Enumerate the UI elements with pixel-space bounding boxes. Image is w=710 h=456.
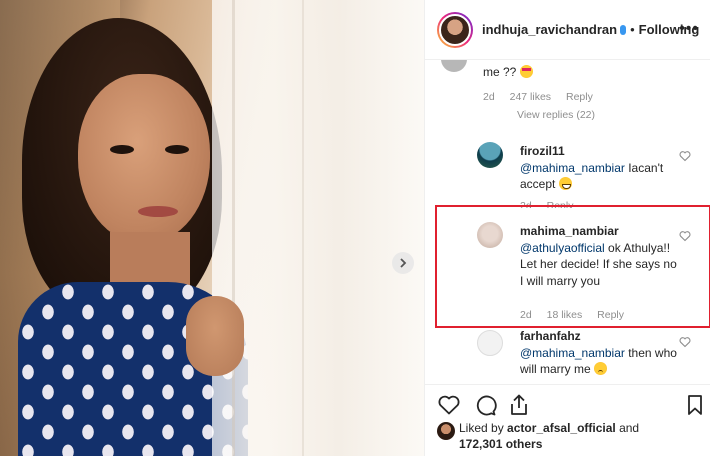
header-separator: • — [630, 22, 635, 37]
photo-eye-right — [165, 145, 189, 154]
photo-eye-left — [110, 145, 134, 154]
comment-text: farhanfahz @mahima_nambiar then who will… — [520, 328, 680, 378]
reply-button[interactable]: Reply — [566, 91, 593, 103]
share-icon[interactable] — [507, 393, 531, 417]
liker-username[interactable]: actor_afsal_official — [507, 421, 616, 435]
comment-like-heart-icon[interactable] — [679, 150, 691, 162]
commenter-avatar[interactable] — [441, 60, 467, 72]
comment-text: me ?? — [483, 64, 697, 81]
post-header: indhuja_ravichandran • Following ••• — [425, 0, 710, 60]
comment-like-heart-icon[interactable] — [679, 336, 691, 348]
commenter-avatar[interactable] — [477, 330, 503, 356]
likes-summary-text: Liked by actor_afsal_official and 172,301… — [459, 420, 705, 452]
next-photo-button[interactable] — [392, 252, 414, 274]
comment-body: me ?? — [483, 65, 517, 79]
comment-mention[interactable]: @mahima_nambiar — [520, 161, 625, 175]
liked-by-label: Liked by — [459, 421, 508, 435]
comment-item: me ?? 2d 247 likes Reply View replies (2… — [425, 60, 710, 130]
post-side-panel: indhuja_ravichandran • Following ••• me … — [424, 0, 710, 456]
sad-emoji-icon — [594, 362, 608, 375]
grin-emoji-icon — [558, 177, 572, 190]
commenter-avatar[interactable] — [477, 142, 503, 168]
comment-meta: 2d 247 likes Reply — [483, 91, 605, 103]
more-options-icon[interactable]: ••• — [679, 20, 699, 38]
likes-connector: and — [615, 421, 640, 435]
likes-count[interactable]: 172,301 others — [459, 437, 542, 451]
avatar-image — [439, 13, 471, 46]
highlight-box — [435, 205, 710, 328]
chevron-right-icon — [400, 258, 407, 268]
post-photo[interactable] — [0, 0, 424, 456]
commenter-username[interactable]: farhanfahz — [520, 328, 680, 345]
photo-hand — [186, 296, 244, 376]
post-actions-bar — [425, 384, 710, 424]
comment-time: 2d — [483, 91, 495, 103]
comment-item: firozil11 @mahima_nambiar Iacan't accept… — [425, 140, 710, 208]
instagram-post: indhuja_ravichandran • Following ••• me … — [0, 0, 710, 456]
verified-badge-icon — [620, 24, 627, 35]
view-replies-button[interactable]: View replies (22) — [517, 109, 595, 121]
comment-item: farhanfahz @mahima_nambiar then who will… — [425, 328, 710, 384]
author-avatar[interactable] — [437, 11, 473, 48]
photo-face — [78, 74, 210, 244]
comments-list[interactable]: me ?? 2d 247 likes Reply View replies (2… — [425, 60, 710, 384]
heart-eyes-emoji-icon — [519, 65, 533, 78]
photo-curtain — [212, 0, 424, 456]
photo-lips — [138, 206, 178, 217]
comment-mention[interactable]: @mahima_nambiar — [520, 346, 625, 360]
comment-likes[interactable]: 247 likes — [510, 91, 551, 103]
heart-icon[interactable] — [437, 393, 461, 417]
comment-icon[interactable] — [473, 393, 497, 417]
commenter-username[interactable]: firozil11 — [520, 143, 680, 160]
comment-text: firozil11 @mahima_nambiar Iacan't accept — [520, 143, 680, 193]
liker-avatar[interactable] — [437, 422, 455, 440]
bookmark-icon[interactable] — [683, 393, 707, 417]
author-username[interactable]: indhuja_ravichandran — [482, 22, 617, 37]
